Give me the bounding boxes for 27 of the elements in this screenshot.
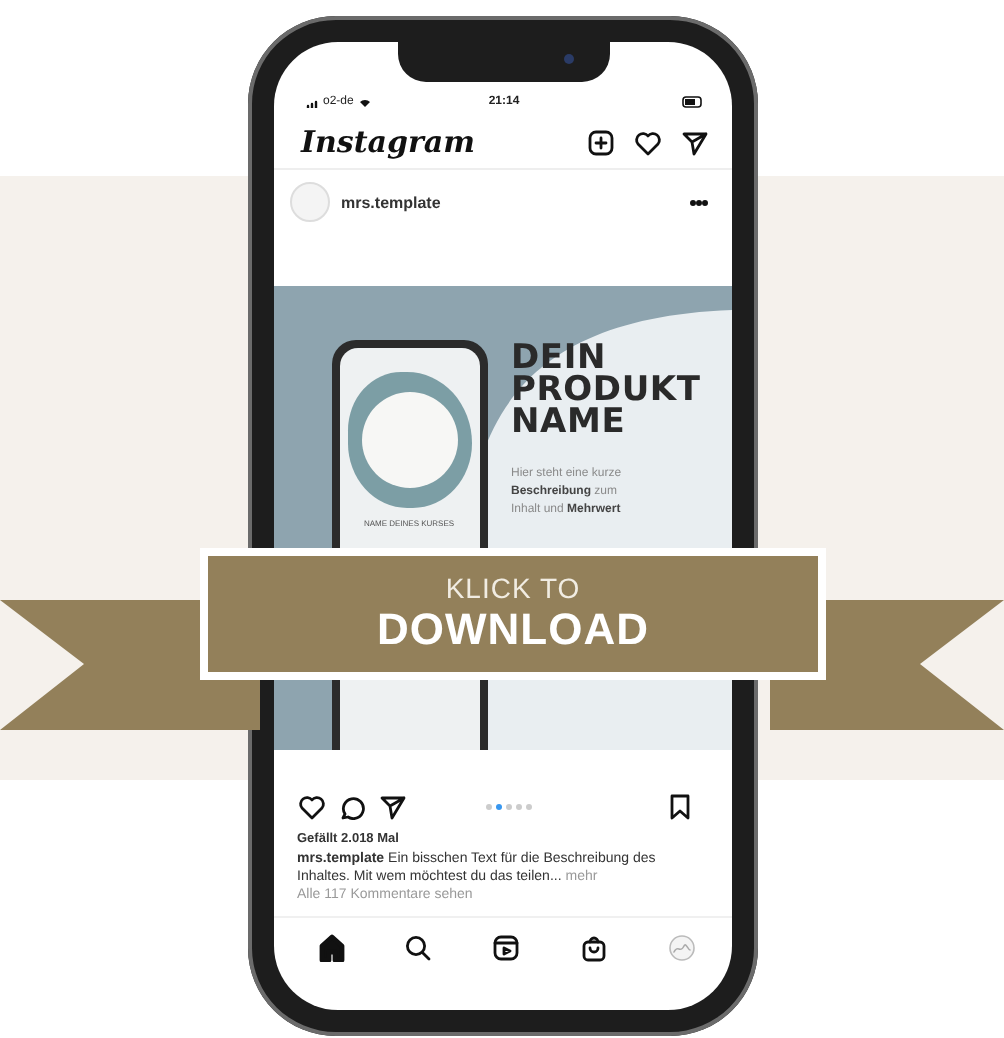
banner-text: KLICK TO: [445, 572, 581, 604]
new-post-icon[interactable]: [587, 129, 613, 155]
send-icon[interactable]: [379, 794, 405, 820]
signal-icon: [305, 97, 319, 107]
app-logo: Instagram: [301, 124, 477, 160]
shopping-bag-icon[interactable]: [579, 934, 608, 962]
username[interactable]: mrs.template: [341, 193, 689, 211]
more-icon[interactable]: [689, 199, 707, 205]
home-icon[interactable]: [317, 934, 345, 962]
send-icon[interactable]: [681, 129, 707, 155]
carousel-dot[interactable]: [515, 804, 521, 810]
wifi-icon: [357, 97, 372, 107]
heart-icon[interactable]: [633, 129, 661, 155]
reels-icon[interactable]: [492, 934, 520, 962]
heart-icon[interactable]: [297, 794, 325, 820]
product-headline: DEIN PRODUKT NAME: [511, 342, 703, 438]
carousel-dot[interactable]: [525, 804, 531, 810]
battery-icon: [681, 96, 703, 108]
search-icon[interactable]: [404, 934, 433, 962]
camera-icon: [563, 54, 573, 64]
carousel-dot[interactable]: [485, 804, 491, 810]
carousel-dot[interactable]: [505, 804, 511, 810]
carousel-dot[interactable]: [495, 804, 501, 810]
comment-icon[interactable]: [339, 794, 365, 820]
bookmark-icon[interactable]: [667, 794, 691, 820]
banner-title: DOWNLOAD: [377, 604, 649, 656]
photo-placeholder: [361, 392, 457, 488]
